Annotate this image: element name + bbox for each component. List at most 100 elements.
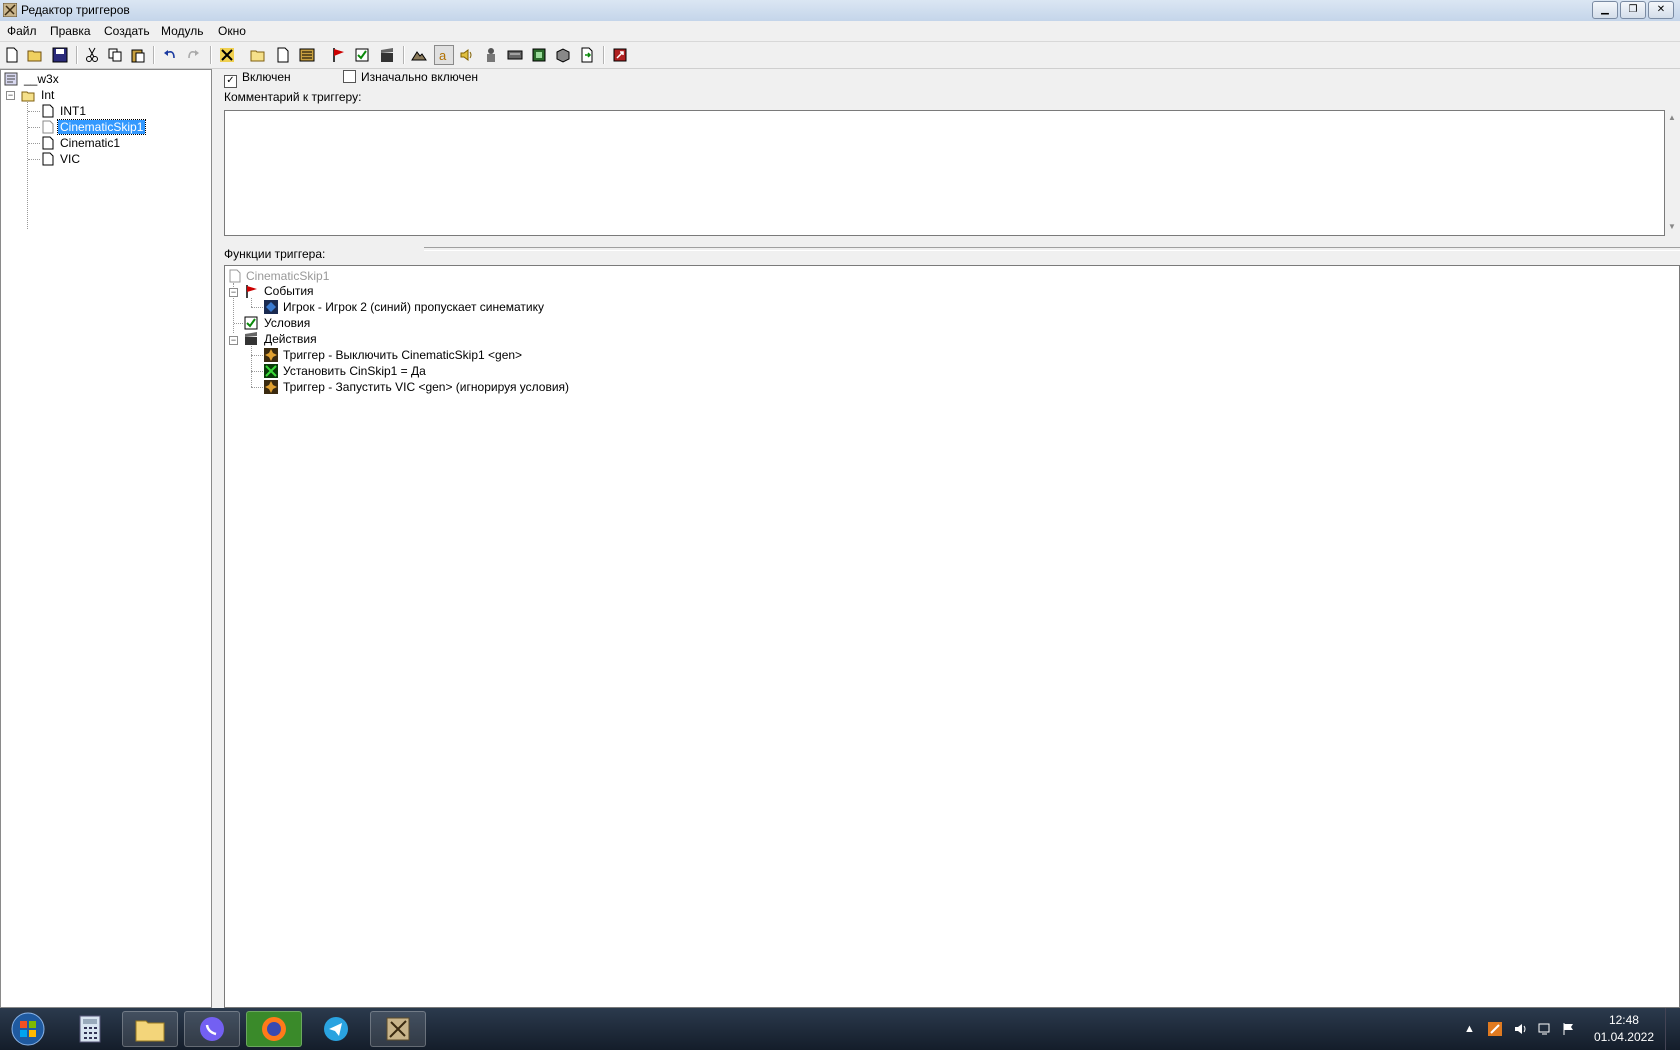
tray-app-icon[interactable] (1487, 1021, 1503, 1037)
trigger-tree-panel[interactable]: __w3x − Int INT1 CinematicSkip1 Cinemati… (0, 69, 212, 1008)
scroll-up-icon[interactable]: ▲ (1668, 113, 1676, 122)
trigger-editor-button[interactable]: a (434, 45, 454, 65)
telegram-icon (324, 1017, 348, 1041)
maximize-button[interactable]: ❐ (1620, 1, 1646, 19)
viber-icon (200, 1017, 224, 1041)
campaign-editor-button[interactable] (505, 45, 525, 65)
clock[interactable]: 12:48 01.04.2022 (1594, 1012, 1654, 1046)
test-map-icon (613, 48, 627, 62)
scroll-down-icon[interactable]: ▼ (1668, 222, 1676, 231)
calculator-icon (79, 1015, 101, 1043)
tree-line (251, 307, 263, 308)
toolbar-separator (76, 46, 78, 64)
menu-file[interactable]: Файл (7, 24, 37, 38)
tree-item-vic[interactable]: VIC (58, 152, 82, 167)
show-desktop-button[interactable] (1665, 1008, 1680, 1050)
menu-window[interactable]: Окно (218, 24, 246, 38)
conditions-node[interactable]: Условия (262, 316, 312, 331)
object-manager-button[interactable] (553, 45, 573, 65)
undo-button[interactable] (160, 45, 180, 65)
close-button[interactable]: ✕ (1648, 1, 1674, 19)
new-action-button[interactable] (377, 45, 397, 65)
copy-button[interactable] (105, 45, 125, 65)
test-map-button[interactable] (610, 45, 630, 65)
save-icon (52, 47, 68, 63)
comment-lines-icon (299, 48, 315, 62)
actions-node[interactable]: Действия (262, 332, 319, 347)
taskbar-calculator[interactable] (62, 1011, 118, 1047)
new-category-button[interactable] (248, 45, 268, 65)
tree-line (251, 371, 263, 372)
trigger-editor-app-icon (3, 3, 17, 17)
tree-item-cinematicskip1[interactable]: CinematicSkip1 (56, 119, 147, 135)
windows-logo-icon (11, 1012, 45, 1046)
initially-enabled-checkbox[interactable]: Изначально включен (343, 70, 478, 85)
tray-expand-icon[interactable]: ▲ (1464, 1023, 1475, 1035)
collapse-icon[interactable]: − (6, 91, 15, 100)
taskbar-viber[interactable] (184, 1011, 240, 1047)
trigger-page-icon (277, 47, 289, 63)
title-bar: Редактор триггеров ▁ ❐ ✕ (0, 0, 1680, 22)
redo-button[interactable] (183, 45, 203, 65)
comment-textarea[interactable] (224, 110, 1665, 236)
tree-item-cinematic1[interactable]: Cinematic1 (58, 136, 122, 151)
tree-folder-int[interactable]: Int (39, 88, 56, 103)
open-button[interactable] (25, 45, 45, 65)
unit-figure-icon (487, 48, 495, 62)
clapperboard-icon (381, 48, 393, 62)
cut-button[interactable] (82, 45, 102, 65)
menu-create[interactable]: Создать (104, 24, 150, 38)
action-item[interactable]: Триггер - Выключить CinematicSkip1 <gen> (281, 348, 524, 363)
comment-label: Комментарий к триггеру: (224, 90, 362, 104)
taskbar-world-editor[interactable] (370, 1011, 426, 1047)
save-button[interactable] (50, 45, 70, 65)
taskbar-telegram[interactable] (308, 1011, 364, 1047)
copy-icon (108, 48, 122, 62)
clock-date: 01.04.2022 (1593, 1030, 1654, 1044)
pane-splitter[interactable] (212, 69, 219, 1008)
tree-root[interactable]: __w3x (22, 72, 61, 87)
window-controls: ▁ ❐ ✕ (1592, 1, 1674, 19)
terrain-editor-button[interactable] (409, 45, 429, 65)
delete-button[interactable] (217, 45, 237, 65)
action-item[interactable]: Установить CinSkip1 = Да (281, 364, 428, 379)
checkbox-unchecked[interactable] (343, 70, 356, 83)
import-icon (581, 47, 593, 63)
sound-editor-button[interactable] (457, 45, 477, 65)
event-item[interactable]: Игрок - Игрок 2 (синий) пропускает синем… (281, 300, 546, 315)
action-center-flag-icon[interactable] (1561, 1021, 1577, 1037)
tree-item-int1[interactable]: INT1 (58, 104, 88, 119)
trigger-page-icon (42, 104, 54, 118)
map-root-icon (4, 72, 18, 86)
new-event-button[interactable] (328, 45, 348, 65)
minimize-button[interactable]: ▁ (1592, 1, 1618, 19)
network-icon[interactable] (1537, 1021, 1553, 1037)
window-title: Редактор триггеров (21, 3, 130, 17)
ai-editor-button[interactable] (529, 45, 549, 65)
new-file-button[interactable] (2, 45, 22, 65)
start-button[interactable] (8, 1011, 48, 1047)
taskbar-firefox[interactable] (246, 1011, 302, 1047)
collapse-icon[interactable]: − (229, 336, 238, 345)
taskbar-explorer[interactable] (122, 1011, 178, 1047)
trigger-functions-tree[interactable]: CinematicSkip1 − События Игрок - Игрок 2… (224, 265, 1680, 1008)
enabled-checkbox[interactable]: ✓ Включен (224, 70, 291, 88)
new-comment-button[interactable] (297, 45, 317, 65)
campaign-icon (507, 50, 523, 60)
events-node[interactable]: События (262, 284, 316, 299)
volume-icon[interactable] (1513, 1021, 1529, 1037)
new-trigger-button[interactable] (273, 45, 293, 65)
paste-button[interactable] (128, 45, 148, 65)
action-item[interactable]: Триггер - Запустить VIC <gen> (игнорируя… (281, 380, 571, 395)
menu-edit[interactable]: Правка (50, 24, 91, 38)
object-editor-button[interactable] (481, 45, 501, 65)
menu-module[interactable]: Модуль (161, 24, 204, 38)
import-manager-button[interactable] (577, 45, 597, 65)
collapse-icon[interactable]: − (229, 288, 238, 297)
folder-icon (21, 91, 35, 102)
speaker-icon (460, 49, 472, 61)
new-condition-button[interactable] (352, 45, 372, 65)
function-root[interactable]: CinematicSkip1 (244, 269, 331, 284)
checkbox-checked[interactable]: ✓ (224, 75, 237, 88)
tree-line (27, 102, 28, 229)
